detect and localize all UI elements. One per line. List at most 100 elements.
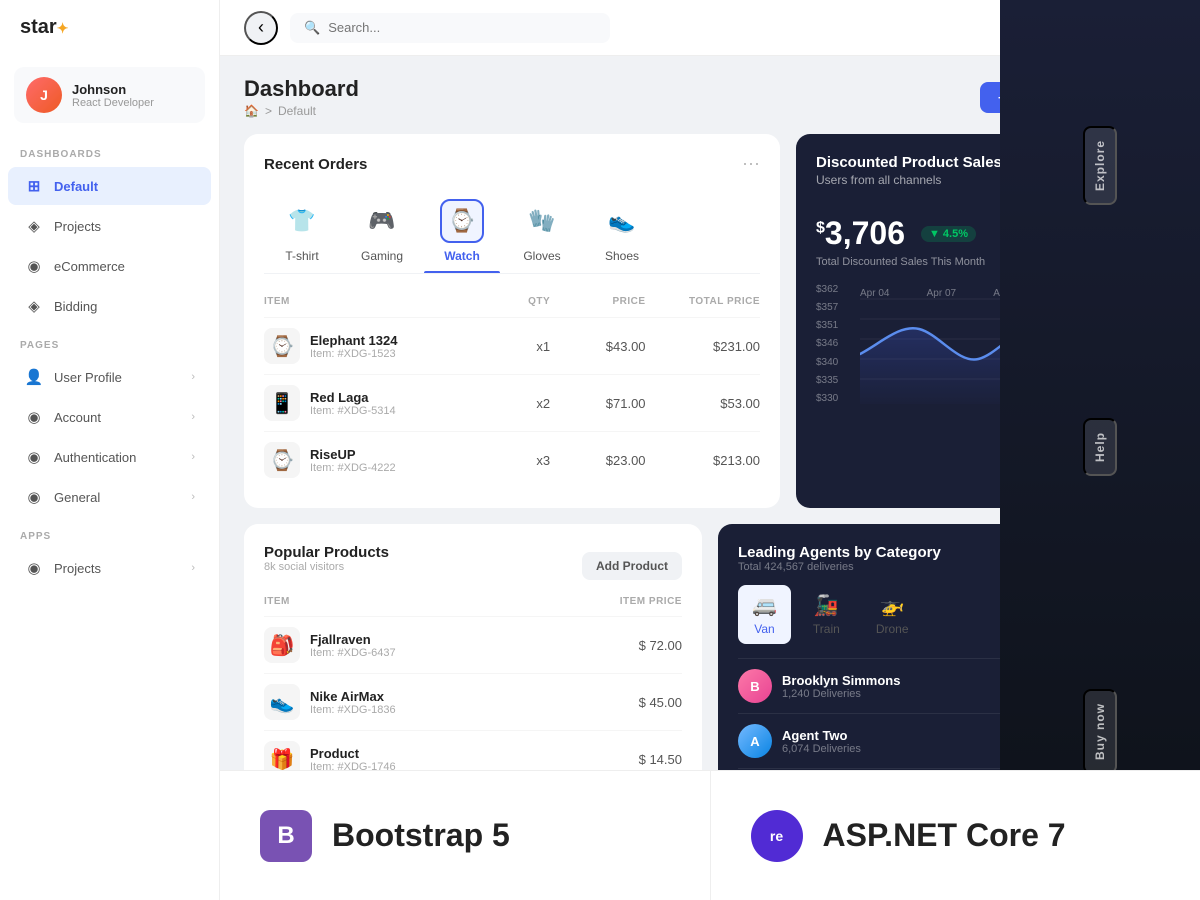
agent-deliveries: 6,074 Deliveries <box>782 743 1016 755</box>
tab-shoes[interactable]: 👟 Shoes <box>584 191 660 273</box>
user-name: Johnson <box>72 82 154 97</box>
agents-subtitle: Total 424,567 deliveries <box>738 561 941 573</box>
section-title-pages: PAGES <box>0 326 219 357</box>
agent-name: Brooklyn Simmons <box>782 673 1027 688</box>
order-item-details: Elephant 1324 Item: #XDG-1523 <box>310 333 397 360</box>
tab-gloves-label: Gloves <box>523 249 560 263</box>
tab-train[interactable]: 🚂 Train <box>799 585 854 644</box>
grid-icon: ⊞ <box>24 176 44 196</box>
sidebar-item-label: Bidding <box>54 299 97 314</box>
table-row: 📱 Red Laga Item: #XDG-5314 x2 $71.00 $53… <box>264 374 760 431</box>
sidebar-item-apps-projects[interactable]: ◉ Projects › <box>8 549 211 587</box>
y-label-4: $346 <box>816 338 838 349</box>
chevron-down-icon: › <box>191 451 195 463</box>
agents-title: Leading Agents by Category <box>738 544 941 561</box>
popular-products-table-header: ITEM ITEM PRICE <box>264 591 682 612</box>
product-price: $ 72.00 <box>543 638 682 653</box>
search-bar[interactable]: 🔍 <box>290 13 610 43</box>
category-tabs: 👕 T-shirt 🎮 Gaming ⌚ Watch 🧤 <box>264 191 760 274</box>
product-name: Nike AirMax <box>310 689 396 704</box>
agent-avatar: A <box>738 724 772 758</box>
bootstrap-text: Bootstrap 5 <box>332 817 510 854</box>
search-icon: 🔍 <box>304 20 320 36</box>
gaming-icon: 🎮 <box>360 199 404 243</box>
order-item-id: Item: #XDG-5314 <box>310 405 396 417</box>
table-row: ⌚ Elephant 1324 Item: #XDG-1523 x1 $43.0… <box>264 317 760 374</box>
product-image: 👟 <box>264 684 300 720</box>
bottom-overlay: B Bootstrap 5 re ASP.NET Core 7 <box>220 770 1200 900</box>
drone-icon: 🚁 <box>880 593 905 618</box>
more-menu-icon[interactable]: ⋯ <box>742 154 760 175</box>
sidebar-item-projects[interactable]: ◈ Projects <box>8 207 211 245</box>
agent-deliveries: 1,240 Deliveries <box>782 688 1027 700</box>
order-price: $71.00 <box>550 396 645 411</box>
general-icon: ◉ <box>24 487 44 507</box>
y-label-3: $351 <box>816 320 838 331</box>
help-button[interactable]: Help <box>1083 418 1117 476</box>
sidebar-item-label: Account <box>54 410 101 425</box>
train-icon: 🚂 <box>814 593 839 618</box>
y-label-5: $340 <box>816 357 838 368</box>
tab-drone[interactable]: 🚁 Drone <box>862 585 923 644</box>
tab-tshirt[interactable]: 👕 T-shirt <box>264 191 340 273</box>
add-product-button[interactable]: Add Product <box>582 552 682 580</box>
recent-orders-title: Recent Orders <box>264 156 367 173</box>
y-label-7: $330 <box>816 393 838 404</box>
tab-gaming-label: Gaming <box>361 249 403 263</box>
orders-table-header: ITEM QTY PRICE TOTAL PRICE <box>264 290 760 313</box>
currency-symbol: $ <box>816 219 825 236</box>
recent-orders-header: Recent Orders ⋯ <box>264 154 760 175</box>
order-item-details: RiseUP Item: #XDG-4222 <box>310 447 396 474</box>
breadcrumb-separator: > <box>265 104 272 118</box>
sidebar-item-label: Authentication <box>54 450 136 465</box>
sidebar-item-general[interactable]: ◉ General › <box>8 478 211 516</box>
sidebar-item-ecommerce[interactable]: ◉ eCommerce <box>8 247 211 285</box>
projects-icon: ◈ <box>24 216 44 236</box>
explore-button[interactable]: Explore <box>1083 126 1117 205</box>
tab-drone-label: Drone <box>876 622 909 636</box>
tab-van[interactable]: 🚐 Van <box>738 585 791 644</box>
tab-watch[interactable]: ⌚ Watch <box>424 191 500 273</box>
bootstrap-overlay: B Bootstrap 5 <box>220 770 710 900</box>
sidebar-item-user-profile[interactable]: 👤 User Profile › <box>8 358 211 396</box>
order-item-image: ⌚ <box>264 442 300 478</box>
collapse-sidebar-button[interactable]: ‹ <box>244 11 278 45</box>
col-price: ITEM PRICE <box>543 596 682 607</box>
agent-details: Brooklyn Simmons 1,240 Deliveries <box>782 673 1027 700</box>
tab-gaming[interactable]: 🎮 Gaming <box>344 191 420 273</box>
van-icon: 🚐 <box>752 593 777 618</box>
y-label-1: $362 <box>816 284 838 295</box>
sidebar-item-label: General <box>54 490 100 505</box>
user-profile-card[interactable]: J Johnson React Developer <box>14 67 205 123</box>
chevron-down-icon: › <box>191 562 195 574</box>
search-input[interactable] <box>328 20 528 35</box>
order-total: $231.00 <box>646 339 760 354</box>
popular-products-header: Popular Products 8k social visitors Add … <box>264 544 682 587</box>
bidding-icon: ◈ <box>24 296 44 316</box>
chart-amount: $3,706 <box>816 215 905 252</box>
product-image: 🎒 <box>264 627 300 663</box>
chevron-down-icon: › <box>191 371 195 383</box>
order-qty: x3 <box>455 453 550 468</box>
tab-gloves[interactable]: 🧤 Gloves <box>504 191 580 273</box>
sidebar-item-default[interactable]: ⊞ Default <box>8 167 211 205</box>
product-id: Item: #XDG-6437 <box>310 647 396 659</box>
gloves-icon: 🧤 <box>520 199 564 243</box>
sidebar-item-account[interactable]: ◉ Account › <box>8 398 211 436</box>
section-title-apps: APPS <box>0 517 219 548</box>
sidebar-item-label: eCommerce <box>54 259 125 274</box>
sidebar-item-bidding[interactable]: ◈ Bidding <box>8 287 211 325</box>
buy-now-button[interactable]: Buy now <box>1083 689 1117 774</box>
aspnet-icon: re <box>751 810 803 862</box>
order-item-name: RiseUP <box>310 447 396 462</box>
order-price: $43.00 <box>550 339 645 354</box>
page-title-wrap: Dashboard 🏠 > Default <box>244 76 359 118</box>
chart-title: Discounted Product Sales <box>816 154 1002 171</box>
logo-text: star✦ <box>20 16 68 39</box>
order-total: $213.00 <box>646 453 760 468</box>
list-item: 🎒 Fjallraven Item: #XDG-6437 $ 72.00 <box>264 616 682 673</box>
sidebar-item-authentication[interactable]: ◉ Authentication › <box>8 438 211 476</box>
col-total: TOTAL PRICE <box>646 296 760 307</box>
agent-avatar: B <box>738 669 772 703</box>
sidebar-item-label: Projects <box>54 219 101 234</box>
